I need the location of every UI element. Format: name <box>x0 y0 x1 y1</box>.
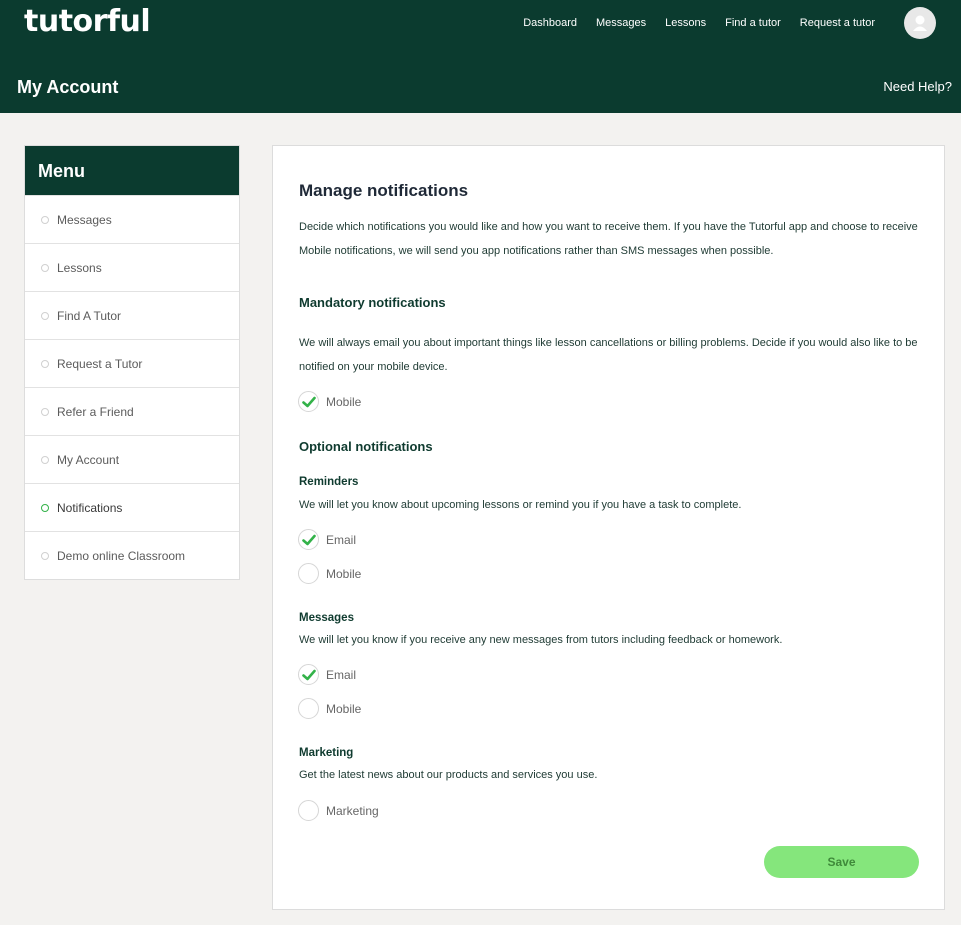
checkbox-label: Mobile <box>326 566 362 581</box>
section-title: Manage notifications <box>299 181 469 200</box>
checkbox-circle <box>298 529 319 550</box>
nav-lessons[interactable]: Lessons <box>665 15 706 31</box>
need-help-link[interactable]: Need Help? <box>883 78 952 96</box>
sidebar-item-find-a-tutor[interactable]: Find A Tutor <box>25 291 239 339</box>
sidebar-item-demo-online-classroom[interactable]: Demo online Classroom <box>25 531 239 579</box>
checkbox-circle <box>298 800 319 821</box>
sidebar-item-label: Demo online Classroom <box>57 548 186 563</box>
top-header: tutorful Dashboard Messages Lessons Find… <box>0 0 961 113</box>
nav-request-a-tutor[interactable]: Request a tutor <box>800 15 875 31</box>
mandatory-description: We will always email you about important… <box>299 337 918 373</box>
optional-heading: Optional notifications <box>299 439 433 454</box>
checkbox-circle <box>298 698 319 719</box>
sidebar-item-lessons[interactable]: Lessons <box>25 243 239 291</box>
nav-dashboard[interactable]: Dashboard <box>523 15 577 31</box>
sidebar-item-label: Messages <box>57 212 112 227</box>
bullet-icon <box>41 407 49 416</box>
top-nav: Dashboard Messages Lessons Find a tutor … <box>523 15 875 31</box>
sidebar-item-label: Refer a Friend <box>57 404 134 419</box>
notifications-card: Manage notifications Decide which notifi… <box>272 145 945 910</box>
sidebar-item-notifications[interactable]: Notifications <box>25 483 239 531</box>
checkmark-icon <box>301 669 316 680</box>
checkbox-label: Email <box>326 667 357 682</box>
messages-heading: Messages <box>299 612 354 624</box>
messages-mobile-checkbox[interactable]: Mobile <box>298 698 361 719</box>
bullet-icon <box>41 311 49 320</box>
marketing-description: Get the latest news about our products a… <box>299 769 598 781</box>
checkbox-label: Marketing <box>326 803 379 818</box>
sidebar-item-request-a-tutor[interactable]: Request a Tutor <box>25 339 239 387</box>
messages-email-checkbox[interactable]: Email <box>298 664 356 685</box>
reminders-mobile-checkbox[interactable]: Mobile <box>298 563 361 584</box>
active-bullet-icon <box>41 503 49 512</box>
sidebar-item-label: Lessons <box>57 260 102 275</box>
tutorful-logo[interactable]: tutorful <box>24 2 151 42</box>
sidebar-item-label: My Account <box>57 452 120 467</box>
sidebar-item-label: Notifications <box>57 500 123 515</box>
save-button[interactable]: Save <box>764 846 919 878</box>
intro-text: Decide which notifications you would lik… <box>299 221 918 257</box>
sidebar-item-label: Find A Tutor <box>57 308 122 323</box>
reminders-heading: Reminders <box>299 476 359 488</box>
sidebar-item-refer-a-friend[interactable]: Refer a Friend <box>25 387 239 435</box>
checkbox-label: Email <box>326 532 357 547</box>
marketing-checkbox[interactable]: Marketing <box>298 800 379 821</box>
menu-title: Menu <box>25 146 239 195</box>
mandatory-heading: Mandatory notifications <box>299 295 446 310</box>
checkbox-label: Mobile <box>326 701 362 716</box>
bullet-icon <box>41 551 49 560</box>
sidebar-item-messages[interactable]: Messages <box>25 195 239 243</box>
bullet-icon <box>41 263 49 272</box>
messages-description: We will let you know if you receive any … <box>299 634 783 646</box>
nav-find-a-tutor[interactable]: Find a tutor <box>725 15 781 31</box>
marketing-heading: Marketing <box>299 747 354 759</box>
bullet-icon <box>41 455 49 464</box>
checkmark-icon <box>301 534 316 545</box>
nav-messages[interactable]: Messages <box>596 15 646 31</box>
checkbox-circle <box>298 391 319 412</box>
checkmark-icon <box>301 396 316 407</box>
checkbox-circle <box>298 563 319 584</box>
reminders-description: We will let you know about upcoming less… <box>299 499 742 511</box>
checkbox-circle <box>298 664 319 685</box>
user-icon <box>913 15 927 31</box>
mandatory-mobile-checkbox[interactable]: Mobile <box>298 391 361 412</box>
sidebar-item-my-account[interactable]: My Account <box>25 435 239 483</box>
avatar[interactable] <box>904 7 936 39</box>
page-title: My Account <box>17 77 119 97</box>
sidebar-item-label: Request a Tutor <box>57 356 143 371</box>
reminders-email-checkbox[interactable]: Email <box>298 529 356 550</box>
bullet-icon <box>41 215 49 224</box>
bullet-icon <box>41 359 49 368</box>
sidebar-menu: Menu Messages Lessons Find A Tutor Reque… <box>24 145 240 580</box>
checkbox-label: Mobile <box>326 394 362 409</box>
